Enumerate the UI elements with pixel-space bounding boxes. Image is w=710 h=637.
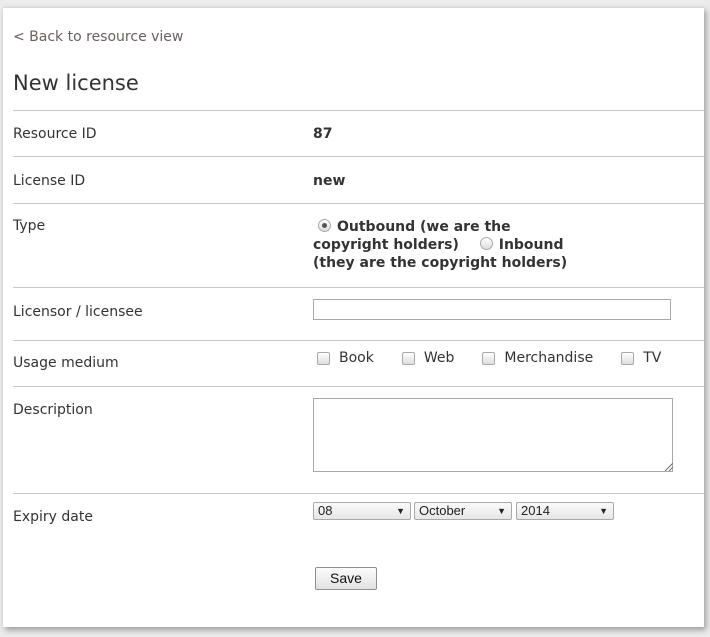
usage-medium-label: Usage medium xyxy=(13,355,119,371)
dropdown-arrow-icon: ▼ xyxy=(396,506,405,516)
inbound-radio[interactable] xyxy=(479,237,493,250)
usage-medium-row: Usage medium Book Web Merchandise TV xyxy=(13,340,704,387)
web-checkbox[interactable] xyxy=(401,351,415,365)
description-row: Description xyxy=(13,386,704,494)
expiry-day-value: 08 xyxy=(318,503,333,518)
licensor-input[interactable] xyxy=(313,299,671,320)
page-title: New license xyxy=(13,71,139,95)
license-id-label: License ID xyxy=(13,173,86,189)
expiry-year-select[interactable]: 2014 ▼ xyxy=(516,502,614,520)
description-textarea[interactable] xyxy=(313,398,673,472)
merchandise-label: Merchandise xyxy=(504,350,594,366)
description-label: Description xyxy=(13,402,93,418)
expiry-date-label: Expiry date xyxy=(13,509,93,525)
resize-grip-icon[interactable] xyxy=(665,463,673,471)
type-radio-group: Outbound (we are the copyright holders) … xyxy=(313,218,583,272)
resource-id-value: 87 xyxy=(313,126,333,142)
dropdown-arrow-icon: ▼ xyxy=(497,506,506,516)
book-checkbox[interactable] xyxy=(317,351,330,365)
tv-checkbox[interactable] xyxy=(621,351,635,365)
type-row: Type Outbound (we are the copyright hold… xyxy=(13,203,704,288)
expiry-month-value: October xyxy=(419,503,466,518)
book-label: Book xyxy=(339,350,374,366)
license-id-row: License ID new xyxy=(13,156,704,204)
usage-web-option[interactable]: Web xyxy=(401,350,455,366)
resource-id-label: Resource ID xyxy=(13,126,97,142)
usage-merchandise-option[interactable]: Merchandise xyxy=(482,350,593,366)
expiry-date-row: Expiry date 08 ▼ October ▼ 2014 ▼ xyxy=(13,493,704,624)
license-form-card: < Back to resource view New license Reso… xyxy=(3,7,704,627)
dropdown-arrow-icon: ▼ xyxy=(599,506,608,516)
back-to-resource-link[interactable]: < Back to resource view xyxy=(13,29,183,45)
expiry-month-select[interactable]: October ▼ xyxy=(414,502,512,520)
usage-tv-option[interactable]: TV xyxy=(621,350,661,366)
license-id-value: new xyxy=(313,173,346,189)
expiry-year-value: 2014 xyxy=(521,503,550,518)
outbound-radio[interactable] xyxy=(318,219,331,232)
licensor-label: Licensor / licensee xyxy=(13,304,143,320)
usage-medium-options: Book Web Merchandise TV xyxy=(317,350,689,366)
licensor-row: Licensor / licensee xyxy=(13,287,704,341)
merchandise-checkbox[interactable] xyxy=(482,351,496,365)
web-label: Web xyxy=(423,350,455,366)
save-button[interactable]: Save xyxy=(315,567,377,590)
tv-label: TV xyxy=(643,350,662,366)
type-label: Type xyxy=(13,218,46,234)
resource-id-row: Resource ID 87 xyxy=(13,110,704,157)
usage-book-option[interactable]: Book xyxy=(317,350,374,366)
expiry-day-select[interactable]: 08 ▼ xyxy=(313,502,411,520)
